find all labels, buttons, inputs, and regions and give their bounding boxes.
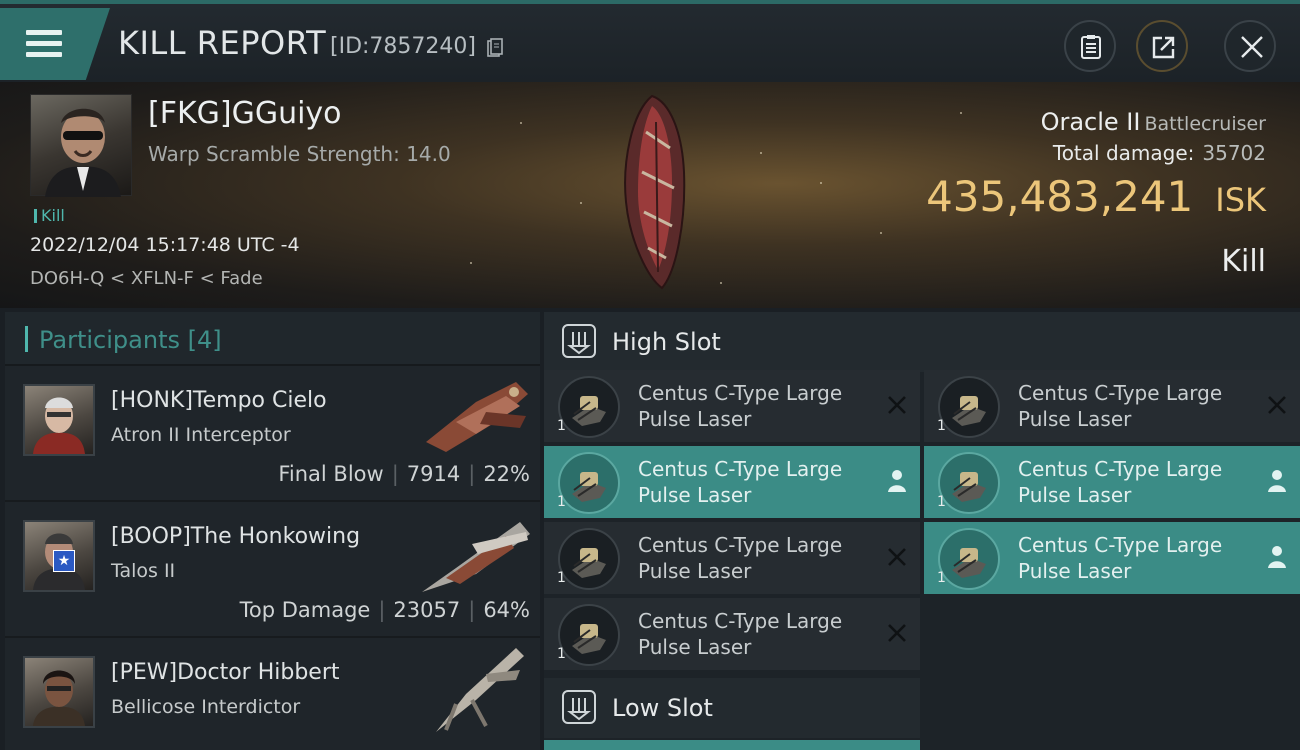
participants-panel: Participants [4] [HONK]Tempo Cielo Atron…	[5, 312, 540, 750]
module-quantity: 1	[557, 646, 566, 662]
isk-amount: 435,483,241	[926, 172, 1194, 221]
low-slot-icon	[562, 690, 596, 724]
module-quantity: 1	[937, 570, 946, 586]
module-slot[interactable]: 1 Centus C-Type Large Pulse Laser	[544, 522, 920, 594]
participant-name[interactable]: [PEW]Doctor Hibbert	[111, 660, 340, 685]
isk-value: 435,483,241 ISK	[926, 172, 1266, 221]
close-button[interactable]	[1224, 20, 1276, 72]
destroyed-x-icon	[888, 548, 906, 566]
pulse-laser-icon	[558, 604, 620, 666]
share-button[interactable]	[1136, 20, 1188, 72]
pulse-laser-icon	[938, 376, 1000, 438]
person-icon	[1268, 470, 1286, 492]
victim-ship: Oracle II Battlecruiser	[1041, 108, 1266, 136]
high-slot-label: High Slot	[612, 328, 721, 356]
module-slot[interactable]: 1 Centus C-Type Large Pulse Laser	[544, 598, 920, 670]
share-icon	[1152, 36, 1175, 59]
copy-icon[interactable]	[487, 38, 503, 58]
clipboard-button[interactable]	[1064, 20, 1116, 72]
total-damage-label: Total damage:	[1052, 141, 1195, 165]
module-quantity: 1	[557, 570, 566, 586]
hamburger-icon	[26, 30, 62, 58]
participant-row[interactable]: ★ [BOOP]The Honkowing Talos II Top Damag…	[5, 502, 540, 638]
destroyed-x-icon	[1268, 396, 1286, 414]
participant-ship: Talos II	[111, 560, 176, 582]
participant-ship: Bellicose Interdictor	[111, 696, 301, 718]
warp-scramble-strength: Warp Scramble Strength: 14.0	[148, 142, 451, 166]
module-slot[interactable]: 1 Centus C-Type Large Pulse Laser	[924, 446, 1300, 518]
module-name: Centus C-Type Large Pulse Laser	[1018, 533, 1223, 583]
total-damage-value: 35702	[1202, 141, 1266, 165]
participant-role: Top Damage	[239, 598, 371, 622]
module-quantity: 1	[557, 418, 566, 434]
low-slot-label: Low Slot	[612, 694, 713, 722]
module-name: Centus C-Type Large Pulse Laser	[638, 533, 843, 583]
participant-percent: 64%	[483, 598, 530, 622]
isk-unit: ISK	[1215, 181, 1266, 219]
pulse-laser-icon	[558, 452, 620, 514]
pulse-laser-icon	[558, 528, 620, 590]
participant-row[interactable]: [HONK]Tempo Cielo Atron II Interceptor F…	[5, 366, 540, 502]
ship-name[interactable]: Oracle II	[1041, 108, 1141, 136]
participant-name[interactable]: [HONK]Tempo Cielo	[111, 388, 327, 413]
module-slot[interactable]: 1 Centus C-Type Large Pulse Laser	[544, 446, 920, 518]
destroyed-x-icon	[888, 624, 906, 642]
low-slot-module-row[interactable]	[544, 740, 920, 750]
module-quantity: 1	[937, 418, 946, 434]
total-damage: Total damage: 35702	[1053, 141, 1266, 165]
pulse-laser-icon	[558, 376, 620, 438]
participants-header: Participants [4]	[5, 312, 540, 366]
ship-class: Battlecruiser	[1144, 113, 1266, 135]
participant-stats: Final Blow | 7914 | 22%	[278, 462, 530, 486]
header-bar: KILL REPORT [ID:7857240]	[0, 0, 1300, 82]
low-slot-header: Low Slot	[544, 678, 920, 738]
victim-portrait[interactable]	[30, 94, 132, 197]
participant-row[interactable]: [PEW]Doctor Hibbert Bellicose Interdicto…	[5, 638, 540, 750]
person-icon	[888, 470, 906, 492]
kill-location[interactable]: DO6H-Q < XFLN-F < Fade	[30, 268, 263, 289]
participant-role: Final Blow	[278, 462, 384, 486]
participants-title: Participants [4]	[39, 326, 222, 354]
participant-damage: 7914	[406, 462, 461, 486]
module-slot[interactable]: 1 Centus C-Type Large Pulse Laser	[544, 370, 920, 442]
participant-percent: 22%	[483, 462, 530, 486]
module-name: Centus C-Type Large Pulse Laser	[638, 381, 843, 431]
high-slot-header: High Slot	[544, 312, 1300, 372]
clipboard-icon	[1081, 35, 1101, 59]
high-slot-icon	[562, 324, 596, 358]
participant-damage: 23057	[393, 598, 461, 622]
victim-name[interactable]: [FKG]GGuiyo	[148, 96, 342, 131]
avatar[interactable]	[23, 384, 95, 456]
module-slot[interactable]: 1 Centus C-Type Large Pulse Laser	[924, 370, 1300, 442]
pulse-laser-icon	[938, 528, 1000, 590]
report-id: [ID:7857240]	[330, 34, 476, 59]
person-icon	[1268, 546, 1286, 568]
avatar	[45, 108, 121, 197]
page-title: KILL REPORT	[118, 24, 327, 62]
participant-stats: Top Damage | 23057 | 64%	[239, 598, 530, 622]
menu-button[interactable]	[0, 8, 110, 80]
victim-ship-image	[624, 94, 686, 290]
avatar[interactable]	[23, 656, 95, 728]
kill-datetime: 2022/12/04 15:17:48 UTC -4	[30, 234, 300, 256]
participant-ship-image	[422, 522, 530, 592]
module-name: Centus C-Type Large Pulse Laser	[1018, 381, 1223, 431]
module-name: Centus C-Type Large Pulse Laser	[1018, 457, 1223, 507]
module-name: Centus C-Type Large Pulse Laser	[638, 609, 843, 659]
module-name: Centus C-Type Large Pulse Laser	[638, 457, 843, 507]
participant-name[interactable]: [BOOP]The Honkowing	[111, 524, 360, 549]
participant-ship: Atron II Interceptor	[111, 424, 291, 446]
participant-ship-image	[426, 382, 528, 452]
module-quantity: 1	[557, 494, 566, 510]
kill-tag: Kill	[34, 206, 65, 225]
star-badge-icon: ★	[53, 550, 75, 572]
close-icon	[1241, 36, 1263, 58]
module-quantity: 1	[937, 494, 946, 510]
destroyed-x-icon	[888, 396, 906, 414]
pulse-laser-icon	[938, 452, 1000, 514]
participant-ship-image	[436, 648, 524, 732]
fitting-panel: High Slot 1 Centus C-Type Large Pulse Lase…	[544, 312, 1300, 750]
module-slot[interactable]: 1 Centus C-Type Large Pulse Laser	[924, 522, 1300, 594]
result-label: Kill	[1221, 244, 1266, 279]
